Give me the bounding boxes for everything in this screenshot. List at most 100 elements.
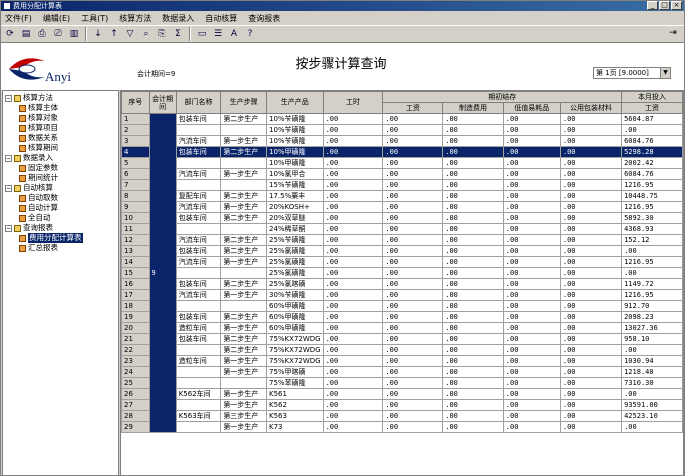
cell-packaging[interactable]: .00 <box>559 377 623 389</box>
tree-node[interactable]: 核算期间 <box>19 143 58 153</box>
table-row[interactable]: 16 包装车间 第二步生产 25%氯喀磺 .00.00.00.00.00 1149.72 <box>121 278 683 290</box>
row-number[interactable]: 28 <box>121 410 150 422</box>
find-icon[interactable]: ⌕ <box>139 27 153 41</box>
maximize-button[interactable]: □ <box>659 1 670 10</box>
tree-node[interactable]: 核算项目 <box>19 123 58 133</box>
col-step[interactable]: 生产步骤 <box>220 91 267 114</box>
cell-product[interactable]: K561 <box>266 388 324 400</box>
row-number[interactable]: 23 <box>121 355 150 367</box>
cell-period[interactable]: 9 <box>148 113 177 433</box>
cell-step[interactable] <box>220 157 267 169</box>
cell-step[interactable] <box>220 223 267 235</box>
cell-hours[interactable]: .00 <box>322 311 384 323</box>
cell-mfg[interactable]: .00 <box>442 157 504 169</box>
cell-step[interactable]: 第二步生产 <box>220 146 267 158</box>
col-hours[interactable]: 工时 <box>322 91 384 114</box>
table-row[interactable]: 18 60%甲磺隆 .00.00.00.00.00 912.70 <box>121 300 683 312</box>
cell-step[interactable]: 第一步生产 <box>220 135 267 147</box>
cell-wage[interactable]: .00 <box>382 399 444 411</box>
page-select[interactable]: 第 1页 [9.0000] ▼ <box>593 67 671 79</box>
sort-desc-icon[interactable]: ↑ <box>107 27 121 41</box>
cell-packaging[interactable]: .00 <box>559 388 623 400</box>
cell-consumables[interactable]: .00 <box>502 157 561 169</box>
cell-packaging[interactable]: .00 <box>559 146 623 158</box>
tree-node[interactable]: − 核算方法 <box>5 93 53 103</box>
cell-dept[interactable]: 汽流车间 <box>175 256 222 268</box>
cell-mfg[interactable]: .00 <box>442 322 504 334</box>
cell-hours[interactable]: .00 <box>322 190 384 202</box>
cell-mfg[interactable]: .00 <box>442 168 504 180</box>
cell-packaging[interactable]: .00 <box>559 245 623 257</box>
table-row[interactable]: 9 汽流车间 第一步生产 20%KOSH+ .00.00.00.00.00 1216.95 <box>121 201 683 213</box>
cell-hours[interactable]: .00 <box>322 410 384 422</box>
table-row[interactable]: 8 复配车间 第二步生产 17.5%粟丰 .00.00.00.00.00 10448.75 <box>121 190 683 202</box>
cell-step[interactable]: 第一步生产 <box>220 355 267 367</box>
cell-wage[interactable]: .00 <box>382 289 444 301</box>
cell-consumables[interactable]: .00 <box>502 146 561 158</box>
cell-hours[interactable]: .00 <box>322 344 384 356</box>
row-number[interactable]: 24 <box>121 366 150 378</box>
cell-current-wage[interactable]: 1216.95 <box>621 256 683 268</box>
cell-current-wage[interactable]: 5604.87 <box>621 113 683 125</box>
cell-consumables[interactable]: .00 <box>502 201 561 213</box>
cell-packaging[interactable]: .00 <box>559 366 623 378</box>
menu-edit[interactable]: 编辑(E) <box>43 13 70 24</box>
cell-step[interactable]: 第一步生产 <box>220 399 267 411</box>
cell-dept[interactable]: 复配车间 <box>175 190 222 202</box>
cell-wage[interactable]: .00 <box>382 245 444 257</box>
cell-consumables[interactable]: .00 <box>502 267 561 279</box>
cell-step[interactable]: 第一步生产 <box>220 201 267 213</box>
cell-current-wage[interactable]: 152.12 <box>621 234 683 246</box>
table-row[interactable]: 12 汽流车间 第二步生产 25%苄磺隆 .00.00.00.00.00 152.12 <box>121 234 683 246</box>
cell-dept[interactable]: 汽流车间 <box>175 234 222 246</box>
tree-node[interactable]: 数据关系 <box>19 133 58 143</box>
cell-packaging[interactable]: .00 <box>559 256 623 268</box>
cell-step[interactable] <box>220 300 267 312</box>
cell-consumables[interactable]: .00 <box>502 344 561 356</box>
cell-dept[interactable]: 包装车间 <box>175 245 222 257</box>
cell-hours[interactable]: .00 <box>322 256 384 268</box>
cell-dept[interactable]: K562车间 <box>175 388 222 400</box>
cell-hours[interactable]: .00 <box>322 289 384 301</box>
collapse-icon[interactable]: − <box>5 94 12 102</box>
table-row[interactable]: 11 24%稀草酮 .00.00.00.00.00 4368.93 <box>121 223 683 235</box>
table-row[interactable]: 5 10%甲磺隆 .00.00.00.00.00 2002.42 <box>121 157 683 169</box>
cell-product[interactable]: 20%双草醚 <box>266 212 324 224</box>
col-consumables[interactable]: 低值易耗品 <box>502 102 561 114</box>
cell-wage[interactable]: .00 <box>382 168 444 180</box>
cell-dept[interactable] <box>175 377 222 389</box>
cell-wage[interactable]: .00 <box>382 212 444 224</box>
cell-wage[interactable]: .00 <box>382 124 444 136</box>
cell-product[interactable]: 75%KX72WDG <box>266 333 324 345</box>
collapse-icon[interactable]: − <box>5 154 12 162</box>
row-number[interactable]: 1 <box>121 113 150 125</box>
cell-current-wage[interactable]: 10448.75 <box>621 190 683 202</box>
cell-packaging[interactable]: .00 <box>559 168 623 180</box>
cell-packaging[interactable]: .00 <box>559 223 623 235</box>
cell-wage[interactable]: .00 <box>382 366 444 378</box>
filter-icon[interactable]: ▽ <box>123 27 137 41</box>
cell-wage[interactable]: .00 <box>382 333 444 345</box>
cell-product[interactable]: 20%KOSH+ <box>266 201 324 213</box>
col-mfg[interactable]: 制造费用 <box>442 102 504 114</box>
cell-product[interactable]: 17.5%粟丰 <box>266 190 324 202</box>
cell-mfg[interactable]: .00 <box>442 344 504 356</box>
save-icon[interactable]: ▥ <box>67 27 81 41</box>
cell-current-wage[interactable]: 5298.28 <box>621 146 683 158</box>
cell-dept[interactable]: 汽流车间 <box>175 289 222 301</box>
cell-wage[interactable]: .00 <box>382 421 444 433</box>
cell-dept[interactable]: K563车间 <box>175 410 222 422</box>
table-row[interactable]: 28 K563车间 第三步生产 K563.00.00.00.00.00 42523.10 <box>121 410 683 422</box>
cell-mfg[interactable]: .00 <box>442 113 504 125</box>
cell-wage[interactable]: .00 <box>382 300 444 312</box>
cell-hours[interactable]: .00 <box>322 113 384 125</box>
cell-mfg[interactable]: .00 <box>442 179 504 191</box>
cell-mfg[interactable]: .00 <box>442 355 504 367</box>
cell-dept[interactable]: 包装车间 <box>175 212 222 224</box>
cell-current-wage[interactable]: 4368.93 <box>621 223 683 235</box>
cell-product[interactable]: 10%甲磺隆 <box>266 157 324 169</box>
cell-packaging[interactable]: .00 <box>559 179 623 191</box>
cell-product[interactable]: 75%KX72WDG <box>266 344 324 356</box>
table-row[interactable]: 15 25%氯磺隆 .00.00.00.00.00.00 <box>121 267 683 279</box>
cell-step[interactable]: 第一步生产 <box>220 366 267 378</box>
